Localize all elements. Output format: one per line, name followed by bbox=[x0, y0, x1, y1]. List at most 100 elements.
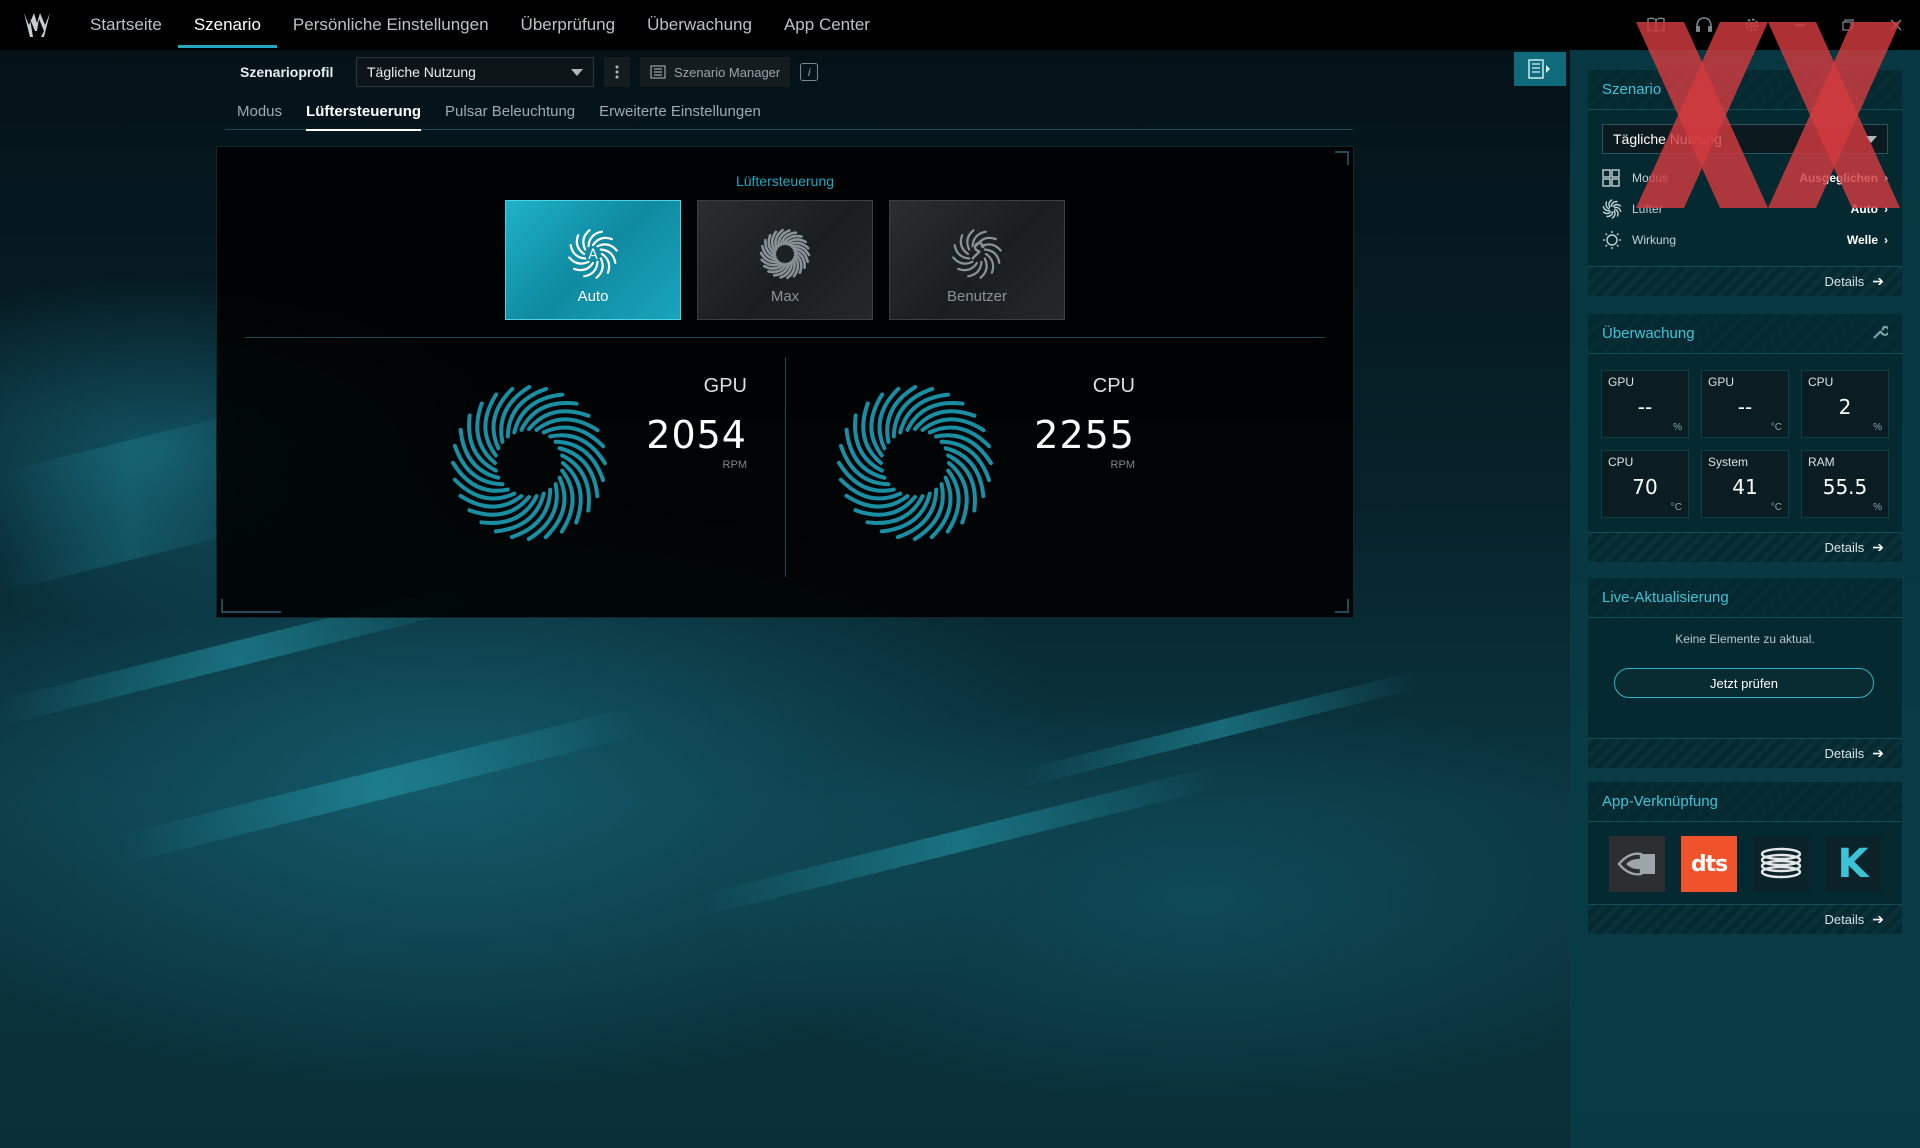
details-label: Details bbox=[1824, 274, 1865, 289]
scenario-row-value: Welle bbox=[1846, 232, 1878, 247]
mode-max-button[interactable]: Max bbox=[697, 200, 873, 320]
killer-icon[interactable]: K bbox=[1825, 836, 1881, 892]
monitoring-card-title: Überwachung bbox=[1602, 325, 1695, 342]
monitor-tile-gpu-temp[interactable]: GPU -- °C bbox=[1701, 370, 1789, 438]
watermark-logo-icon bbox=[1636, 22, 1900, 208]
monitor-label: CPU bbox=[1808, 375, 1834, 389]
stack-icon[interactable] bbox=[1753, 836, 1809, 892]
wrench-icon[interactable] bbox=[1872, 324, 1890, 344]
list-icon bbox=[650, 65, 666, 79]
more-options-button[interactable] bbox=[604, 57, 630, 87]
gpu-fan-rpm: 2054 bbox=[646, 413, 747, 457]
monitor-tile-cpu-usage[interactable]: CPU 2 % bbox=[1801, 370, 1889, 438]
nav-persoenliche-einstellungen[interactable]: Persönliche Einstellungen bbox=[277, 0, 505, 50]
mode-benutzer-button[interactable]: Benutzer bbox=[889, 200, 1065, 320]
cpu-fan-name: CPU bbox=[1092, 375, 1135, 397]
scenario-manager-button[interactable]: Szenario Manager bbox=[640, 57, 791, 87]
monitor-label: GPU bbox=[1608, 375, 1635, 389]
gpu-fan-icon bbox=[451, 385, 607, 541]
tab-erweiterte-einstellungen[interactable]: Erweiterte Einstellungen bbox=[587, 100, 773, 130]
app-links-card-title: App-Verknüpfung bbox=[1602, 793, 1718, 810]
info-icon[interactable]: i bbox=[800, 63, 819, 81]
kebab-icon bbox=[615, 65, 619, 79]
nvidia-icon[interactable] bbox=[1609, 836, 1665, 892]
monitoring-card-header: Überwachung bbox=[1588, 314, 1902, 354]
nav-ueberwachung[interactable]: Überwachung bbox=[631, 0, 768, 50]
scenario-details-link[interactable]: Details ➔ bbox=[1588, 266, 1902, 296]
app-links-card: App-Verknüpfung dts K Details ➔ bbox=[1588, 782, 1902, 934]
sun-icon bbox=[1602, 230, 1624, 250]
fan-control-title: Lüftersteuerung bbox=[735, 173, 835, 189]
arrow-right-icon: ➔ bbox=[1872, 911, 1884, 927]
killer-label: K bbox=[1837, 841, 1869, 887]
app-links-card-header: App-Verknüpfung bbox=[1588, 782, 1902, 822]
nav-ueberpruefung[interactable]: Überprüfung bbox=[505, 0, 632, 50]
monitor-value: -- bbox=[1737, 395, 1753, 419]
svg-text:A: A bbox=[588, 247, 598, 263]
chevron-down-icon bbox=[571, 68, 583, 76]
monitor-unit: °C bbox=[1770, 422, 1782, 433]
live-update-details-link[interactable]: Details ➔ bbox=[1588, 738, 1902, 768]
app-links-row: dts K bbox=[1588, 822, 1902, 892]
check-now-button[interactable]: Jetzt prüfen bbox=[1614, 668, 1874, 698]
monitor-label: CPU bbox=[1608, 455, 1634, 469]
cpu-fan-icon bbox=[837, 385, 993, 541]
mode-benutzer-label: Benutzer bbox=[946, 288, 1008, 305]
monitor-tile-ram-usage[interactable]: RAM 55.5 % bbox=[1801, 450, 1889, 518]
monitor-label: GPU bbox=[1708, 375, 1735, 389]
profile-row: Szenarioprofil Tägliche Nutzung Szenario… bbox=[240, 56, 819, 88]
monitor-label: RAM bbox=[1808, 455, 1835, 469]
right-sidebar: Szenario Tägliche Nutzung Modus Ausgegli… bbox=[1570, 50, 1920, 1148]
profile-dropdown[interactable]: Tägliche Nutzung bbox=[356, 57, 594, 87]
monitor-tile-gpu-usage[interactable]: GPU -- % bbox=[1601, 370, 1689, 438]
tab-pulsar-beleuchtung[interactable]: Pulsar Beleuchtung bbox=[433, 100, 587, 130]
chevron-right-icon: › bbox=[1884, 232, 1888, 247]
dts-icon[interactable]: dts bbox=[1681, 836, 1737, 892]
nav-startseite[interactable]: Startseite bbox=[74, 0, 178, 50]
monitor-value: 41 bbox=[1732, 475, 1758, 499]
panel-corner bbox=[1335, 599, 1349, 613]
sub-tabs: Modus Lüftersteuerung Pulsar Beleuchtung… bbox=[225, 100, 1353, 131]
fan-custom-icon bbox=[952, 229, 1002, 279]
tab-lueftersteuerung[interactable]: Lüftersteuerung bbox=[294, 100, 433, 131]
monitor-value: -- bbox=[1637, 395, 1653, 419]
mode-auto-label: Auto bbox=[577, 288, 609, 305]
sidebar-collapse-button[interactable] bbox=[1514, 52, 1566, 86]
predator-logo-icon bbox=[0, 0, 74, 50]
monitor-value: 2 bbox=[1838, 395, 1852, 419]
monitoring-details-link[interactable]: Details ➔ bbox=[1588, 532, 1902, 562]
nav-app-center[interactable]: App Center bbox=[768, 0, 886, 50]
panel-collapse-icon bbox=[1528, 59, 1550, 79]
monitoring-card: Überwachung GPU -- % GPU -- °C CPU 2 % C… bbox=[1588, 314, 1902, 562]
gpu-fan-name: GPU bbox=[703, 375, 747, 397]
scenario-row-label: Wirkung bbox=[1632, 232, 1677, 247]
scenario-manager-label: Szenario Manager bbox=[674, 64, 781, 80]
live-update-card: Live-Aktualisierung Keine Elemente zu ak… bbox=[1588, 578, 1902, 768]
monitor-label: System bbox=[1708, 455, 1749, 469]
arrow-right-icon: ➔ bbox=[1872, 539, 1884, 555]
details-label: Details bbox=[1824, 746, 1865, 761]
live-update-card-header: Live-Aktualisierung bbox=[1588, 578, 1902, 618]
cpu-fan-unit: RPM bbox=[1110, 459, 1135, 471]
monitor-tile-cpu-temp[interactable]: CPU 70 °C bbox=[1601, 450, 1689, 518]
panel-divider bbox=[785, 357, 786, 577]
details-label: Details bbox=[1824, 912, 1865, 927]
scenario-row-wirkung[interactable]: Wirkung Welle › bbox=[1588, 224, 1902, 255]
nav-szenario[interactable]: Szenario bbox=[177, 0, 278, 50]
monitor-unit: % bbox=[1673, 422, 1682, 433]
profile-label: Szenarioprofil bbox=[240, 64, 334, 80]
details-label: Details bbox=[1824, 540, 1865, 555]
monitor-unit: °C bbox=[1670, 502, 1682, 513]
live-update-message: Keine Elemente zu aktual. bbox=[1675, 632, 1815, 646]
cpu-fan-rpm: 2255 bbox=[1034, 413, 1135, 457]
monitor-unit: °C bbox=[1770, 502, 1782, 513]
tab-modus[interactable]: Modus bbox=[225, 100, 294, 130]
monitor-unit: % bbox=[1873, 502, 1882, 513]
mode-max-label: Max bbox=[770, 288, 800, 305]
monitor-tile-system-temp[interactable]: System 41 °C bbox=[1701, 450, 1789, 518]
mode-auto-button[interactable]: A Auto bbox=[505, 200, 681, 320]
live-update-card-title: Live-Aktualisierung bbox=[1602, 589, 1729, 606]
app-links-details-link[interactable]: Details ➔ bbox=[1588, 904, 1902, 934]
arrow-right-icon: ➔ bbox=[1872, 273, 1884, 289]
fan-control-panel: Lüftersteuerung A Auto Max Benutzer GPU … bbox=[216, 146, 1354, 618]
